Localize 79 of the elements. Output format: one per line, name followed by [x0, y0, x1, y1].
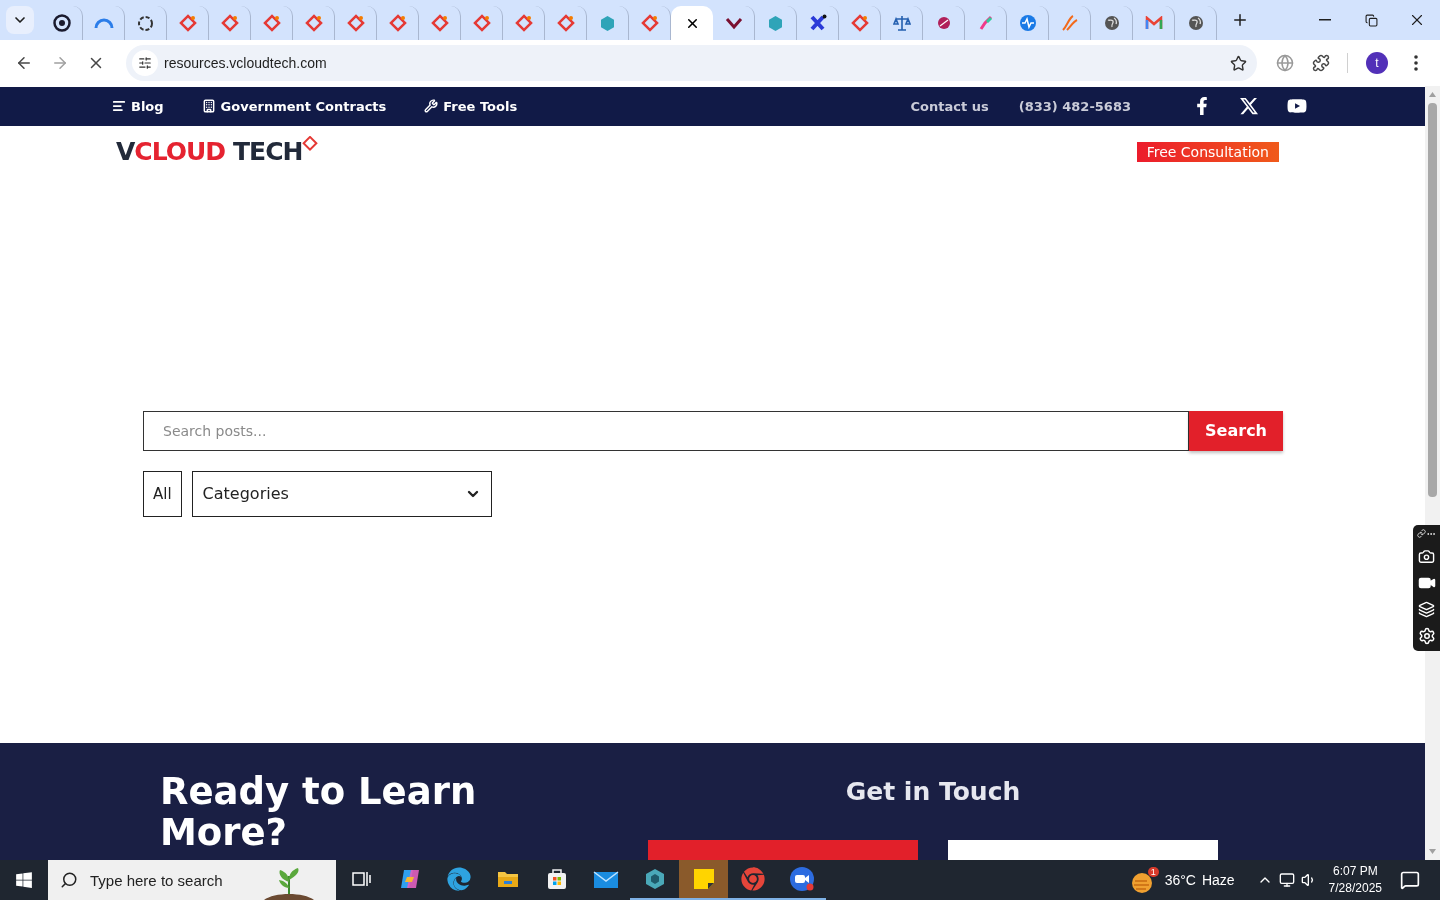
tag-logo-icon — [556, 14, 575, 32]
forward-arrow-icon — [51, 54, 69, 72]
building-icon — [201, 99, 216, 114]
categories-dropdown[interactable]: Categories — [191, 470, 492, 517]
tag-logo-icon — [220, 14, 239, 32]
notifications-icon[interactable] — [1400, 870, 1420, 890]
swoosh-icon — [1060, 14, 1079, 32]
tag-logo-icon — [472, 14, 491, 32]
phone-link[interactable]: (833) 482-5683 — [1018, 98, 1131, 114]
notification-badge: 1 — [1147, 866, 1159, 877]
globe-icon — [1187, 15, 1204, 31]
nav-link[interactable]: Free Tools — [424, 98, 518, 114]
search-button[interactable]: Search — [1189, 410, 1283, 451]
settings-icon[interactable] — [1417, 627, 1436, 645]
globe-icon — [1276, 54, 1294, 72]
hexagon-icon — [767, 14, 784, 32]
ring-logo-icon — [52, 14, 71, 32]
list-icon — [112, 99, 126, 114]
tab-search-button[interactable] — [6, 6, 34, 34]
contact-heading: Get in Touch — [845, 777, 1021, 806]
scales-icon — [892, 14, 911, 32]
tag-logo-icon — [304, 14, 323, 32]
tag-logo-icon — [430, 14, 449, 32]
globe-icon — [1103, 15, 1120, 31]
task-view-icon — [350, 870, 371, 888]
hexagon-icon — [599, 14, 616, 32]
chrome-logo-icon — [740, 867, 765, 891]
tag-logo-icon — [262, 14, 281, 32]
tag-logo-icon — [640, 14, 659, 32]
tag-logo-icon — [850, 14, 869, 32]
search-field[interactable]: Type here to search — [88, 870, 288, 890]
wrench-icon — [424, 99, 439, 114]
puzzle-icon — [1312, 54, 1330, 72]
tag-logo-icon — [388, 14, 407, 32]
clock[interactable]: 6:07 PM 7/28/2025 — [1328, 863, 1382, 897]
menu-icon — [1414, 55, 1418, 71]
minimize-icon — [1319, 19, 1331, 21]
weather-condition: Haze — [1201, 872, 1235, 888]
url-text: resources.vcloudtech.com — [164, 55, 328, 71]
temperature-text: 36°C — [1164, 872, 1196, 888]
taskbar-search[interactable]: Type here to search — [48, 860, 336, 900]
plus-icon — [1231, 11, 1249, 29]
nav-link[interactable]: Government Contracts — [201, 98, 387, 114]
bookmark-star-icon[interactable] — [1230, 54, 1247, 72]
site-settings-button[interactable] — [132, 50, 158, 76]
contact-link[interactable]: Contact us — [910, 98, 989, 114]
nav-link[interactable]: Blog — [112, 98, 164, 114]
mail-icon — [592, 868, 619, 890]
x-logo-icon — [1239, 96, 1259, 117]
plant-drawing — [264, 866, 314, 900]
search-field[interactable]: Search posts... — [143, 410, 1190, 451]
edge-logo-icon — [446, 867, 471, 891]
tag-logo-icon — [346, 14, 365, 32]
cross-logo-icon — [808, 14, 827, 32]
gauge-icon — [93, 16, 114, 30]
address-bar[interactable]: resources.vcloudtech.com — [126, 45, 1257, 81]
tag-logo-icon — [178, 14, 197, 32]
vcloud-tech-logo[interactable]: VCLOUD TECH — [116, 136, 321, 169]
mail-logo-icon — [1144, 16, 1163, 30]
sliders-icon — [138, 56, 152, 70]
tag-logo-icon — [514, 14, 533, 32]
restore-icon — [1364, 13, 1378, 27]
search-icon — [60, 871, 78, 889]
link-icon[interactable] — [1417, 529, 1426, 538]
knot-logo-icon — [137, 14, 154, 32]
camera-icon[interactable] — [1418, 548, 1435, 565]
free-consultation-button[interactable]: Free Consultation — [1136, 142, 1279, 163]
all-filter-button[interactable]: All — [143, 470, 182, 517]
footer-heading: Ready to Learn More? — [160, 771, 478, 856]
pulse-icon — [1018, 14, 1037, 32]
social-link[interactable] — [1239, 96, 1259, 117]
scrollbar-thumb[interactable] — [1428, 103, 1437, 497]
profile-avatar[interactable]: t — [1366, 52, 1388, 74]
check-icon — [724, 16, 743, 30]
windows-logo-icon — [15, 871, 33, 889]
zoom-logo-icon — [787, 865, 816, 893]
sticky-note-icon — [691, 867, 716, 891]
network-icon[interactable] — [1278, 872, 1295, 888]
ball-icon — [935, 15, 952, 31]
